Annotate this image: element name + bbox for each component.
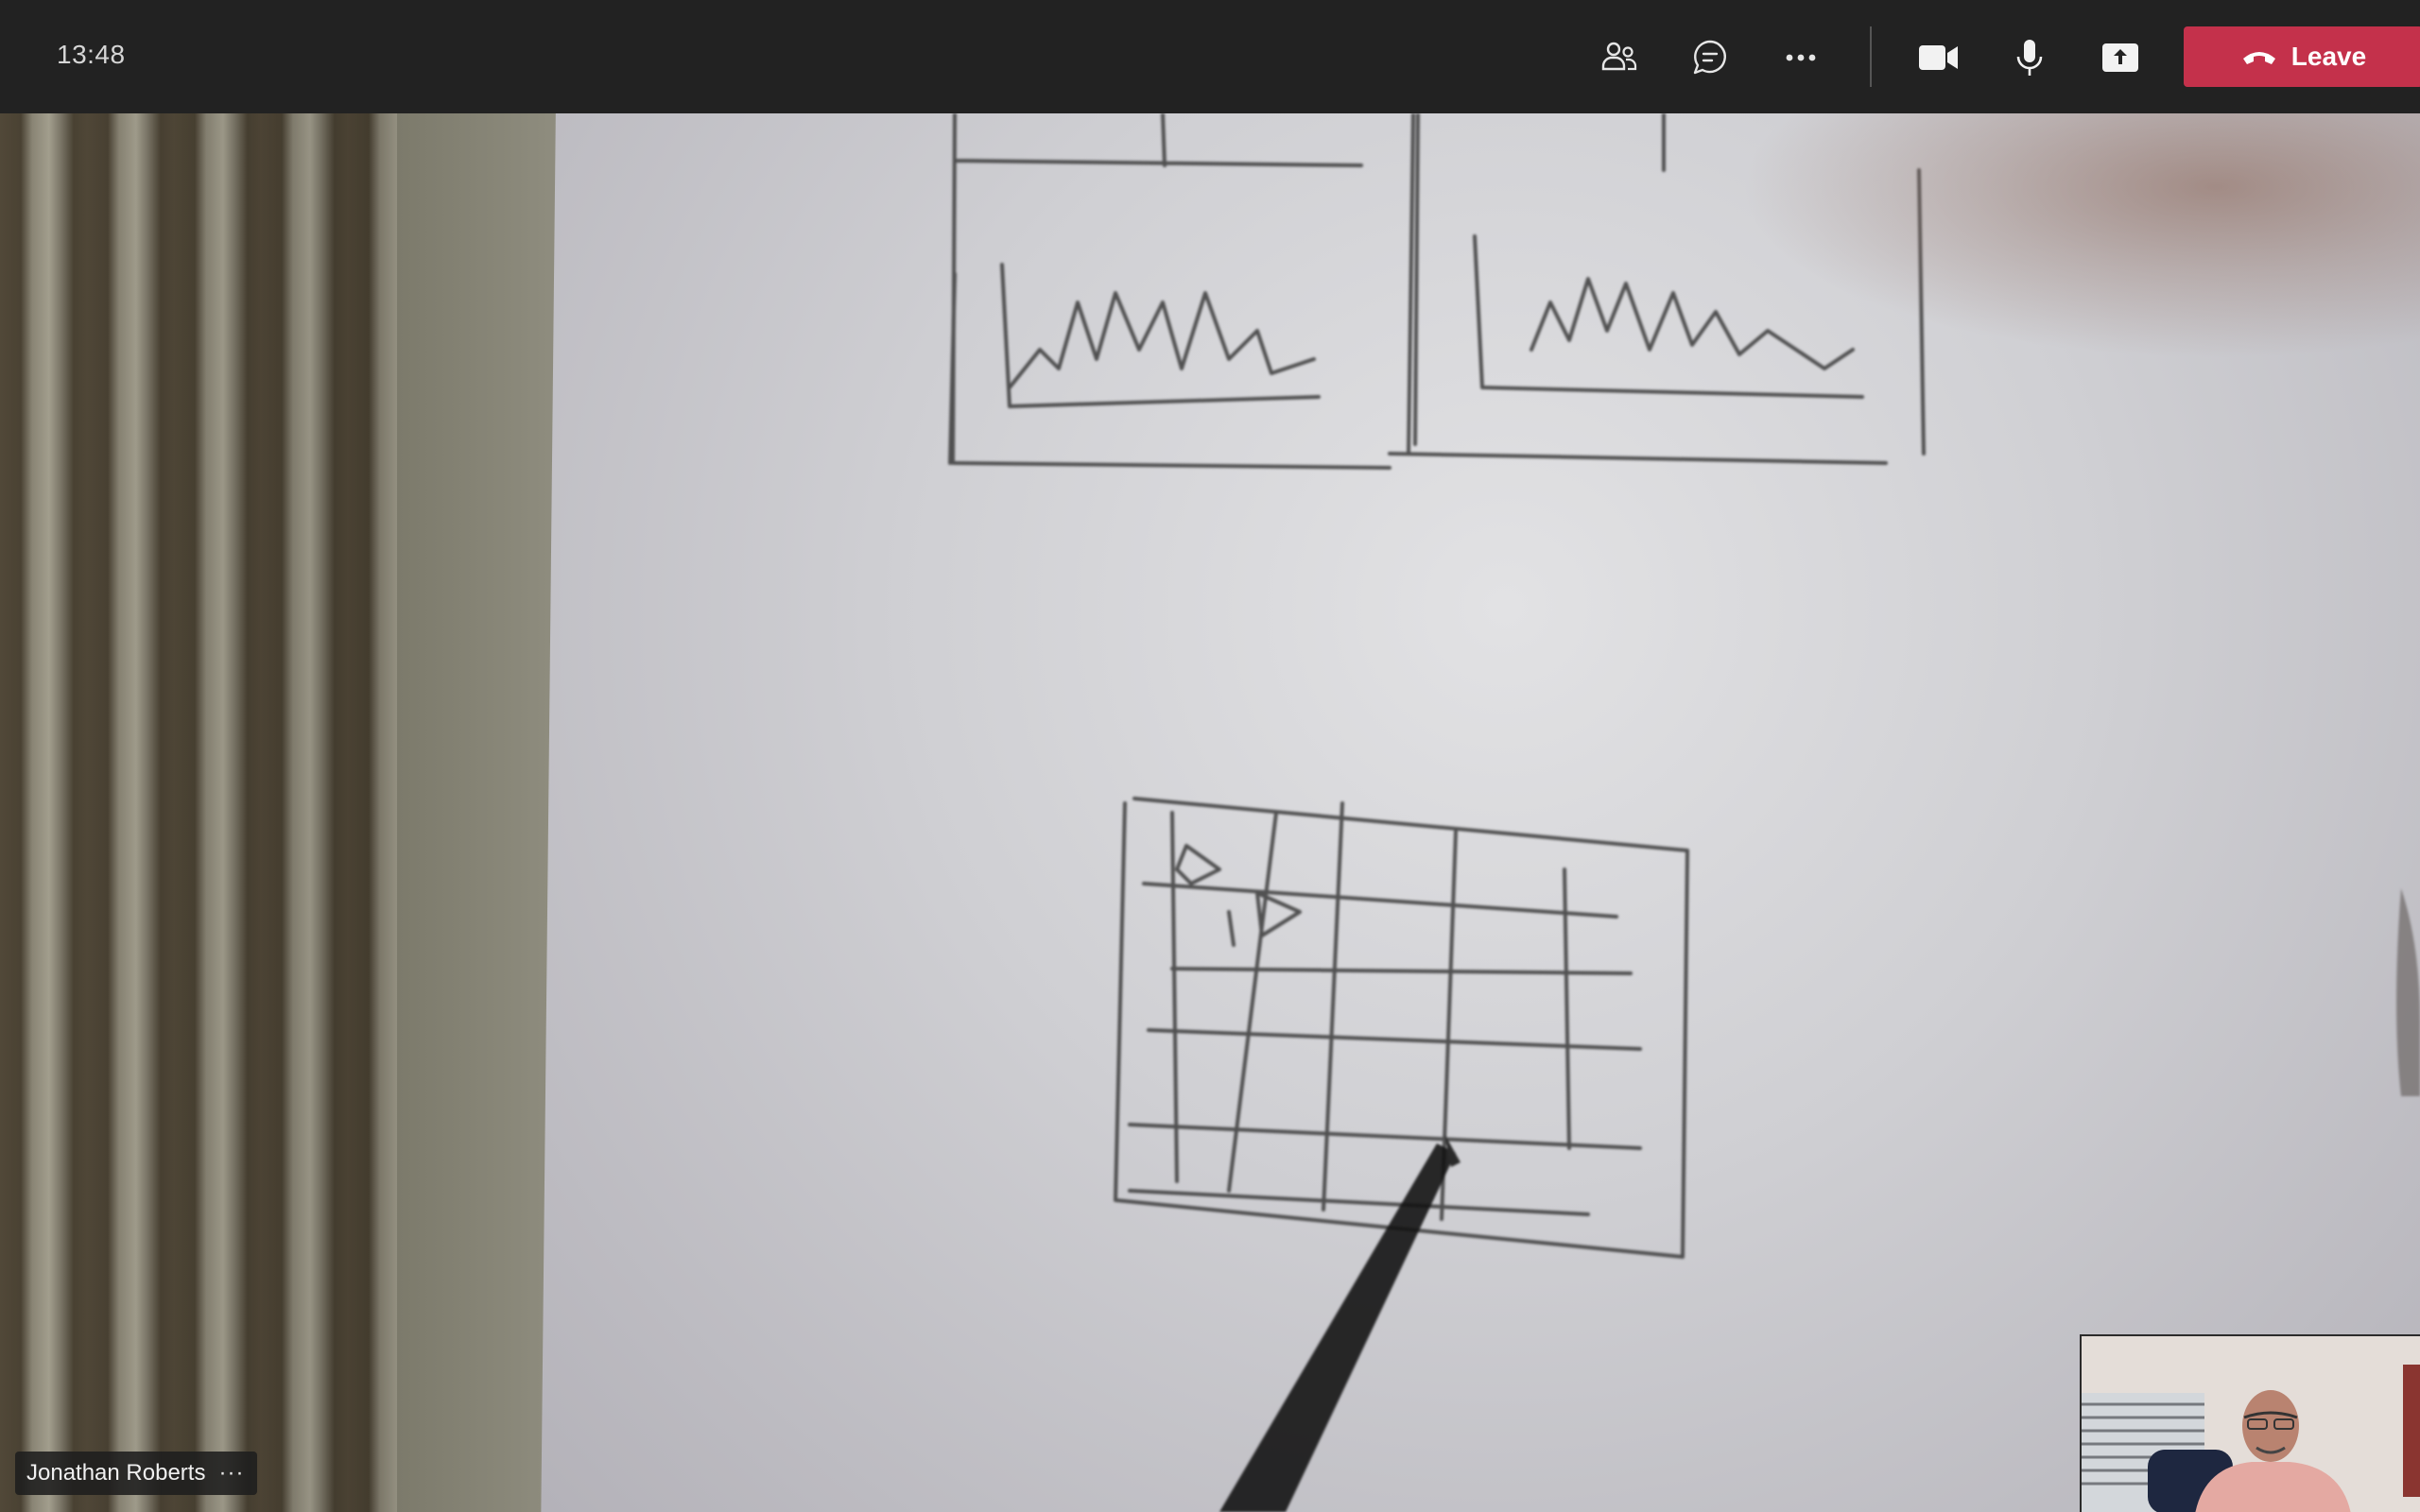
video-stage <box>0 113 2420 1512</box>
camera-toggle-button[interactable] <box>1910 28 1968 87</box>
chat-button[interactable] <box>1681 28 1739 87</box>
chat-icon <box>1693 40 1726 75</box>
meeting-clock: 13:48 <box>57 40 126 69</box>
self-view-video[interactable] <box>2080 1334 2420 1512</box>
share-screen-icon <box>2102 43 2138 72</box>
video-camera-icon <box>1919 45 1958 70</box>
microphone-toggle-button[interactable] <box>2000 28 2059 87</box>
toolbar-divider <box>1870 26 1872 87</box>
meeting-toolbar: 13:48 Leave <box>0 0 2420 113</box>
hang-up-icon <box>2242 52 2275 64</box>
participants-button[interactable] <box>1590 28 1649 87</box>
ellipsis-icon <box>1786 54 1816 61</box>
participant-name: Jonathan Roberts <box>26 1460 206 1486</box>
microphone-icon <box>2016 40 2043 76</box>
participant-more-options[interactable]: ··· <box>218 1460 244 1486</box>
leave-button[interactable]: Leave <box>2184 26 2420 87</box>
hand-blur <box>1739 113 2420 359</box>
share-screen-button[interactable] <box>2091 28 2150 87</box>
leave-label: Leave <box>2290 42 2367 71</box>
more-actions-button[interactable] <box>1772 28 1830 87</box>
people-icon <box>1601 42 1637 71</box>
participant-name-tag: Jonathan Roberts ··· <box>15 1452 258 1495</box>
self-view-person-image <box>2082 1336 2420 1512</box>
